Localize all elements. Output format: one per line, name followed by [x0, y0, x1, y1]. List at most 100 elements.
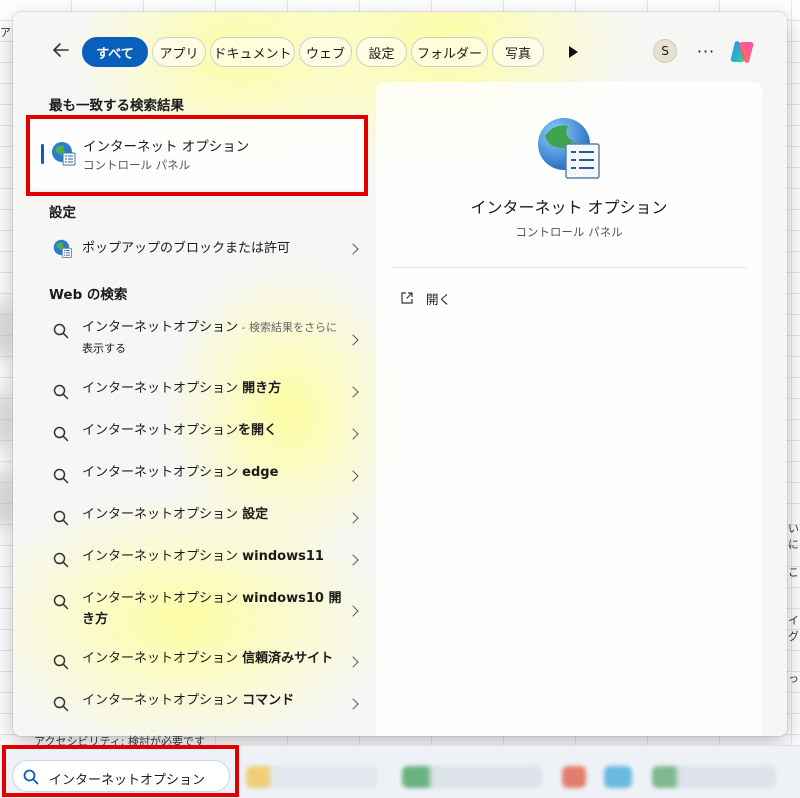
- filter-chip-folders[interactable]: フォルダー: [411, 37, 488, 67]
- copilot-button[interactable]: [727, 37, 757, 67]
- play-icon: [569, 46, 578, 58]
- web-search-suggestion: edge: [242, 465, 279, 480]
- sheet-fragment: っ: [788, 672, 799, 685]
- search-icon: [53, 468, 69, 484]
- sheet-fragment: ア: [0, 26, 11, 39]
- search-icon: [53, 384, 69, 400]
- web-search-suggestion: 開き方: [242, 381, 282, 396]
- search-icon: [53, 323, 69, 339]
- taskbar-app-window[interactable]: [652, 766, 776, 788]
- web-search-item-text: インターネットオプション 開き方: [82, 378, 281, 399]
- web-search-item-text: インターネットオプション edge: [82, 462, 278, 483]
- internet-options-small-icon: [53, 239, 72, 258]
- search-icon: [53, 594, 69, 610]
- web-search-item-text: インターネットオプション 信頼済みサイト: [82, 648, 333, 669]
- sheet-fragment: に: [788, 538, 799, 551]
- web-search-query: インターネットオプション: [82, 507, 243, 522]
- web-search-item-text: インターネットオプション コマンド: [82, 690, 294, 711]
- search-icon: [53, 552, 69, 568]
- web-search-item-text: インターネットオプションを開く: [82, 420, 277, 441]
- chevron-right-icon: [347, 428, 359, 440]
- chevron-right-icon: [347, 698, 359, 710]
- more-filters-button[interactable]: [562, 41, 584, 63]
- chevron-right-icon: [347, 605, 359, 617]
- sheet-fragment: こ: [788, 566, 799, 579]
- chevron-right-icon: [347, 554, 359, 566]
- web-search-query: インターネットオプション: [82, 591, 243, 606]
- details-pane: インターネット オプション コントロール パネル 開く: [376, 82, 762, 736]
- web-search-item[interactable]: インターネットオプション コマンド: [41, 691, 367, 717]
- web-search-suggestion: を開く: [238, 423, 278, 438]
- filter-chip-settings[interactable]: 設定: [356, 37, 407, 67]
- web-search-item[interactable]: インターネットオプションを開く: [41, 421, 367, 447]
- search-icon: [53, 426, 69, 442]
- filter-chip-apps[interactable]: アプリ: [152, 37, 206, 67]
- taskbar-app-excel[interactable]: [402, 766, 542, 788]
- web-search-query: インターネットオプション: [82, 651, 243, 666]
- web-search-suggestion: コマンド: [242, 693, 295, 708]
- chevron-right-icon: [347, 386, 359, 398]
- web-search-item-text: インターネットオプション 設定: [82, 504, 268, 525]
- sheet-fragment: い: [788, 522, 799, 535]
- filter-bar: すべて アプリ ドキュメント ウェブ 設定 フォルダー 写真 S ···: [13, 12, 787, 90]
- best-match-name: インターネット オプション: [83, 139, 250, 155]
- search-flyout: すべて アプリ ドキュメント ウェブ 設定 フォルダー 写真 S ··· 最も一…: [13, 12, 787, 736]
- web-search-item[interactable]: インターネットオプション 開き方: [41, 379, 367, 405]
- taskbar-search-box[interactable]: インターネットオプション: [12, 760, 230, 792]
- web-search-query: インターネットオプション: [82, 465, 243, 480]
- sheet-fragment: グ: [788, 630, 799, 643]
- chevron-right-icon: [347, 512, 359, 524]
- open-action[interactable]: 開く: [400, 286, 451, 310]
- blurred-content: [0, 470, 12, 530]
- copilot-icon: [730, 41, 754, 63]
- best-match-heading: 最も一致する検索結果: [49, 98, 184, 114]
- chevron-right-icon: [347, 470, 359, 482]
- taskbar-search-value: インターネットオプション: [49, 773, 206, 788]
- web-search-item[interactable]: インターネットオプション 設定: [41, 505, 367, 531]
- filter-chip-all[interactable]: すべて: [82, 37, 148, 67]
- web-search-item[interactable]: インターネットオプション windows10 開き方: [41, 589, 367, 633]
- search-icon: [53, 654, 69, 670]
- web-search-query: インターネットオプション: [82, 381, 243, 396]
- web-search-query: インターネットオプション: [82, 549, 243, 564]
- search-icon: [23, 769, 39, 785]
- account-avatar[interactable]: S: [653, 39, 677, 63]
- arrow-left-icon: [53, 43, 69, 57]
- web-search-query: インターネットオプション: [82, 320, 239, 335]
- web-search-item-text: インターネットオプション windows11: [82, 546, 324, 567]
- web-search-query: インターネットオプション: [82, 423, 239, 438]
- internet-options-large-icon: [538, 118, 600, 179]
- web-search-item[interactable]: インターネットオプション 信頼済みサイト: [41, 649, 367, 675]
- chevron-right-icon: [347, 656, 359, 668]
- web-search-item-text: インターネットオプション - 検索結果をさらに表示する: [82, 317, 337, 359]
- web-search-heading: Web の検索: [49, 287, 128, 303]
- web-search-item[interactable]: インターネットオプション - 検索結果をさらに表示する: [41, 318, 367, 362]
- taskbar-app-explorer[interactable]: [246, 766, 378, 788]
- web-search-hint: - 検索結果をさらに: [238, 321, 337, 334]
- details-subtitle: コントロール パネル: [515, 225, 623, 239]
- web-search-suggestion: windows11: [242, 549, 324, 564]
- more-options-button[interactable]: ···: [693, 38, 719, 64]
- taskbar: インターネットオプション: [0, 745, 800, 798]
- web-search-item[interactable]: インターネットオプション edge: [41, 463, 367, 489]
- sheet-fragment: イ: [788, 614, 799, 627]
- settings-item-popup-blocker[interactable]: ポップアップのブロックまたは許可: [41, 236, 367, 262]
- web-search-suggestion: windows10 開: [242, 591, 342, 606]
- best-match-subtitle: コントロール パネル: [83, 158, 191, 172]
- web-search-query: インターネットオプション: [82, 693, 243, 708]
- filter-chip-documents[interactable]: ドキュメント: [210, 37, 295, 67]
- web-search-suggestion: 信頼済みサイト: [242, 651, 334, 666]
- filter-chip-photos[interactable]: 写真: [492, 37, 544, 67]
- settings-item-label: ポップアップのブロックまたは許可: [82, 241, 291, 256]
- taskbar-app-blue[interactable]: [604, 766, 632, 788]
- back-button[interactable]: [47, 36, 75, 64]
- web-search-item[interactable]: インターネットオプション windows11: [41, 547, 367, 573]
- chevron-right-icon: [347, 334, 359, 346]
- web-search-continuation: 表示する: [82, 342, 126, 355]
- search-icon: [53, 510, 69, 526]
- open-action-label: 開く: [426, 291, 452, 307]
- taskbar-app-red[interactable]: [562, 766, 586, 788]
- open-external-icon: [401, 292, 413, 304]
- filter-chip-web[interactable]: ウェブ: [299, 37, 352, 67]
- best-match-internet-options[interactable]: インターネット オプション コントロール パネル: [31, 119, 367, 189]
